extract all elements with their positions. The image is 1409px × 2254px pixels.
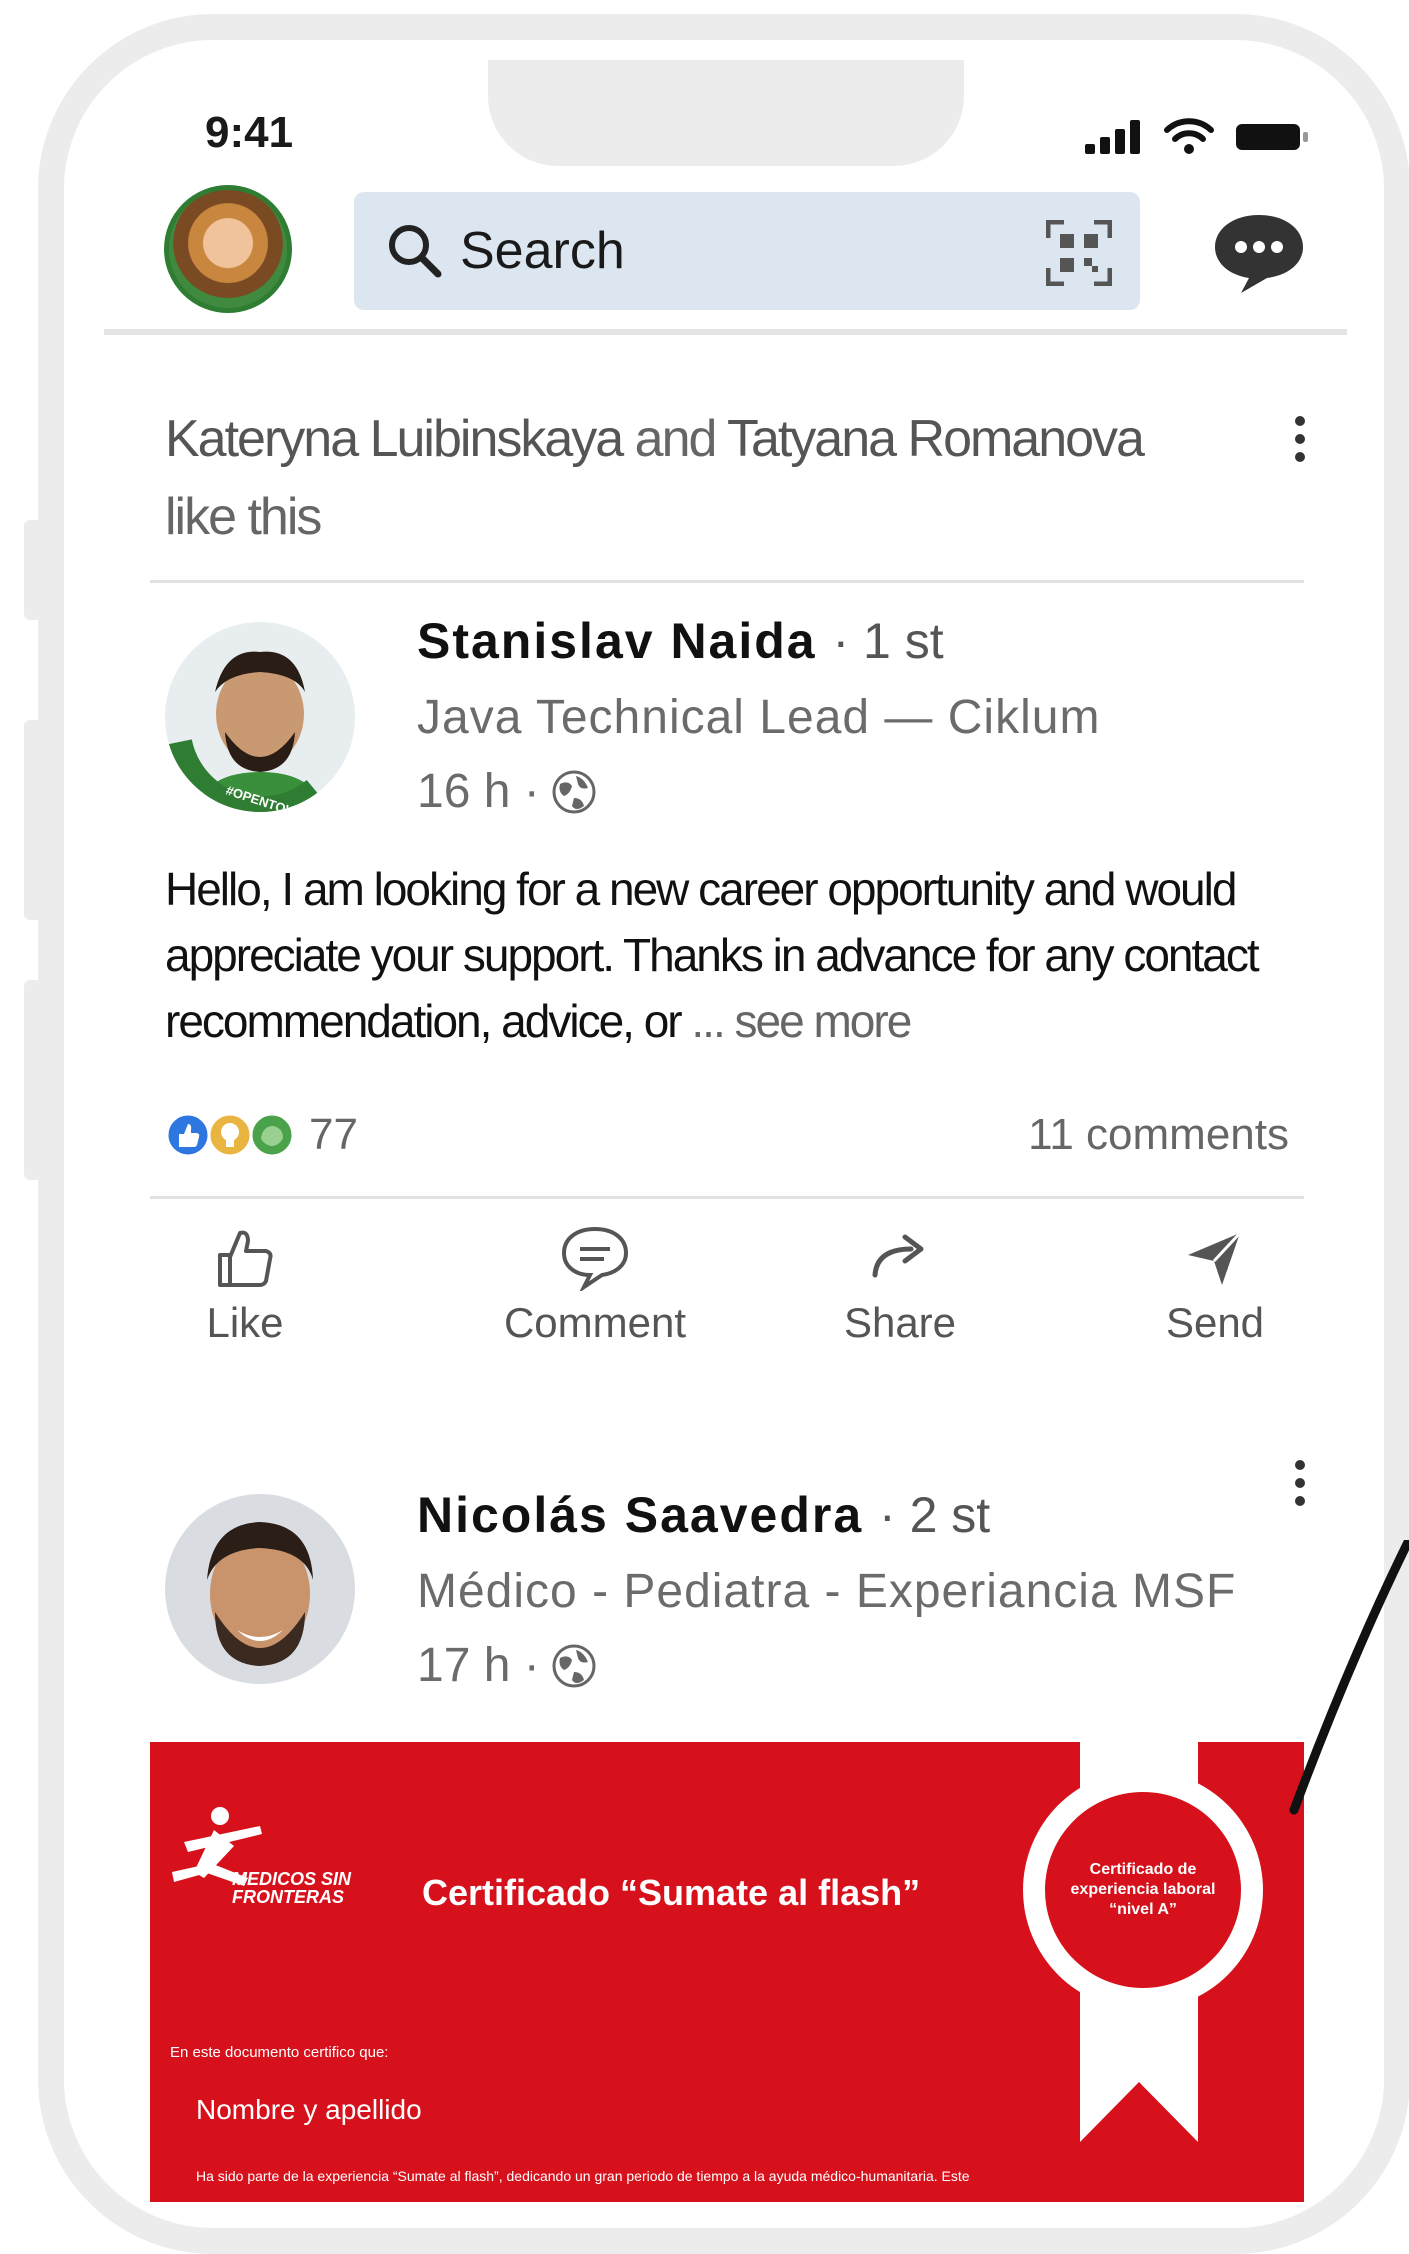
author-headline: Médico - Pediatra - Experiancia MSF [417, 1565, 1237, 1618]
post-timestamp: 17 h · [417, 1638, 598, 1693]
author-photo: #OPENTOWORK [165, 622, 355, 812]
author-name[interactable]: Stanislav Naida [417, 613, 817, 669]
cellular-signal-icon [1085, 120, 1140, 154]
like-button[interactable]: Like [150, 1225, 340, 1347]
like-icon [218, 1230, 273, 1287]
phone-notch [488, 60, 964, 166]
divider [150, 1196, 1304, 1199]
author-photo [165, 1494, 355, 1684]
search-input[interactable] [458, 220, 1022, 282]
msf-logo-text: MEDICOS SIN FRONTERAS [232, 1869, 352, 1907]
seal-text: Certificado de experiencia laboral “nive… [1045, 1792, 1241, 1988]
profile-avatar[interactable] [164, 185, 292, 313]
post-options-icon[interactable] [1295, 1452, 1309, 1514]
reactions-summary[interactable]: 77 [165, 1110, 358, 1160]
author-headline: Java Technical Lead — Ciklum [417, 691, 1101, 744]
post-image-certificate[interactable]: Certificado de experiencia laboral “nive… [150, 1742, 1304, 2202]
liker-connector: and [634, 410, 718, 468]
connection-degree: · 1 st [832, 613, 944, 669]
globe-icon [552, 1644, 596, 1687]
certificate-title: Certificado “Sumate al flash” [422, 1872, 921, 1913]
insightful-reaction-icon [207, 1112, 253, 1158]
comment-button[interactable]: Comment [475, 1225, 715, 1347]
search-bar[interactable] [354, 192, 1140, 310]
reaction-count: 77 [309, 1110, 358, 1159]
globe-icon [552, 770, 596, 813]
comment-label: Comment [503, 1299, 687, 1346]
search-icon [389, 225, 442, 278]
connection-degree: · 2 st [879, 1487, 991, 1543]
share-button[interactable]: Share [810, 1225, 990, 1347]
certificate-name-field: Nombre y apellido [196, 2094, 422, 2125]
messaging-icon[interactable] [1211, 211, 1307, 295]
author-avatar[interactable]: #OPENTOWORK [165, 622, 355, 812]
author-name[interactable]: Nicolás Saavedra [417, 1487, 863, 1543]
phone-mute-switch [24, 520, 42, 620]
annotation-stroke [1289, 1540, 1409, 1815]
liker-suffix: like this [165, 488, 322, 546]
post-time-text: 16 h · [417, 765, 540, 818]
support-reaction-icon [249, 1112, 295, 1158]
share-icon [872, 1234, 924, 1278]
liker-name-2[interactable]: Tatyana Romanova [727, 410, 1145, 468]
post-author[interactable]: Nicolás Saavedra · 2 st [417, 1486, 990, 1544]
social-context: Kateryna Luibinskaya and Tatyana Romanov… [165, 400, 1285, 556]
certificate-ribbon-notch [1080, 2082, 1198, 2142]
phone-volume-down [24, 980, 42, 1180]
post-actions: Like Comment Share Send [150, 1225, 1290, 1365]
certificate-intro: En este documento certifico que: [170, 2044, 389, 2061]
status-icons [1085, 118, 1309, 154]
send-icon [1188, 1231, 1242, 1285]
comment-icon [561, 1226, 629, 1291]
post-author[interactable]: Stanislav Naida · 1 st [417, 612, 944, 670]
battery-icon [1236, 124, 1308, 150]
post-timestamp: 16 h · [417, 764, 598, 819]
see-more-link[interactable]: ... see more [691, 995, 912, 1047]
share-label: Share [843, 1299, 957, 1346]
phone-volume-up [24, 720, 42, 920]
certificate-body: Ha sido parte de la experiencia “Sumate … [196, 2168, 970, 2184]
send-button[interactable]: Send [1140, 1225, 1290, 1347]
like-label: Like [206, 1299, 284, 1346]
post-options-icon[interactable] [1295, 408, 1309, 470]
top-bar [104, 175, 1347, 335]
post-time-text: 17 h · [417, 1639, 540, 1692]
comments-count[interactable]: 11 comments [1028, 1110, 1289, 1160]
send-label: Send [1165, 1299, 1265, 1346]
status-time: 9:41 [205, 108, 294, 157]
author-avatar[interactable] [165, 1494, 355, 1684]
qr-code-icon[interactable] [1046, 220, 1112, 286]
divider [150, 580, 1304, 583]
post-body: Hello, I am looking for a new career opp… [165, 856, 1295, 1054]
wifi-icon [1164, 118, 1214, 154]
liker-name-1[interactable]: Kateryna Luibinskaya [165, 410, 624, 468]
like-reaction-icon [165, 1112, 211, 1158]
certificate-seal: Certificado de experiencia laboral “nive… [1023, 1770, 1263, 2010]
